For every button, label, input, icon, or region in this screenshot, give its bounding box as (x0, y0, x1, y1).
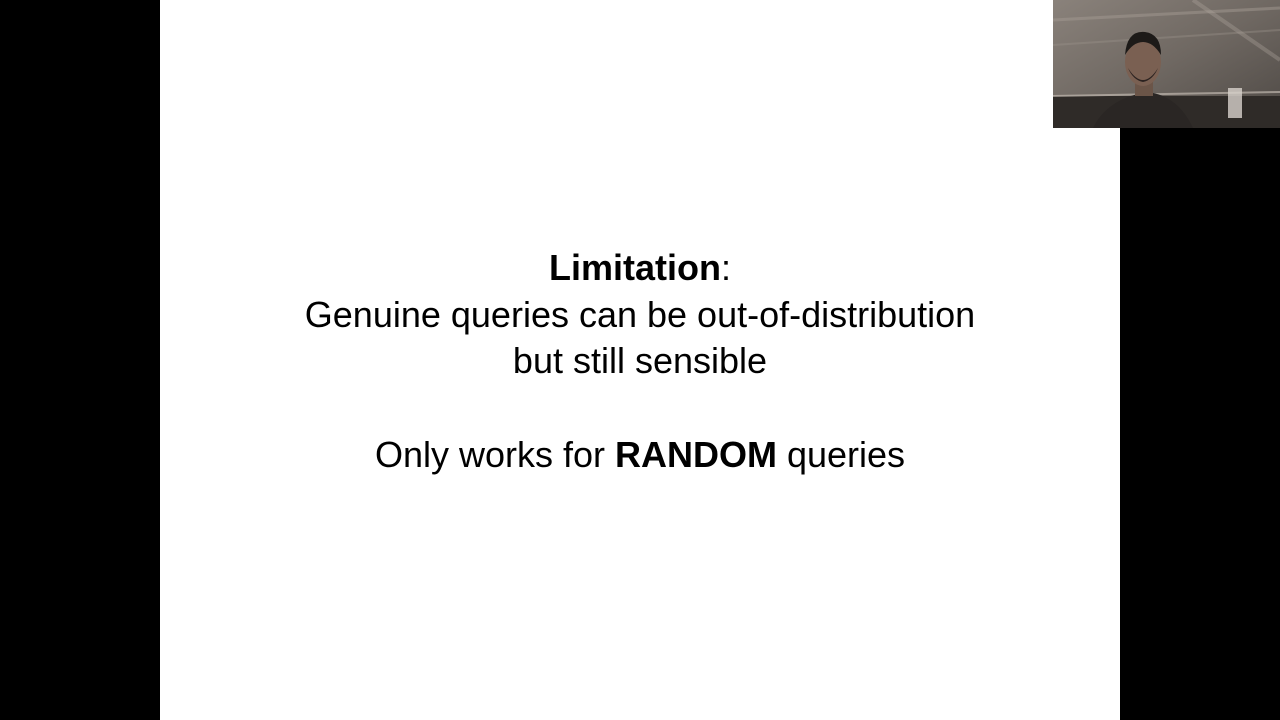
slide-note: Only works for RANDOM queries (160, 432, 1120, 478)
note-prefix: Only works for (374, 434, 615, 475)
note-suffix: queries (776, 434, 906, 475)
webcam-video (1053, 0, 1280, 128)
presentation-stage: Limitation: Genuine queries can be out-o… (0, 0, 1280, 720)
slide-title: Limitation: (160, 245, 1120, 291)
slide-body-line-1: Genuine queries can be out-of-distributi… (304, 294, 976, 335)
slide-body-line-2: but still sensible (512, 340, 768, 381)
slide: Limitation: Genuine queries can be out-o… (160, 0, 1120, 720)
title-colon: : (720, 247, 731, 288)
webcam-picture (1053, 0, 1280, 128)
note-bold: RANDOM (614, 434, 777, 475)
title-bold: Limitation (549, 247, 721, 288)
